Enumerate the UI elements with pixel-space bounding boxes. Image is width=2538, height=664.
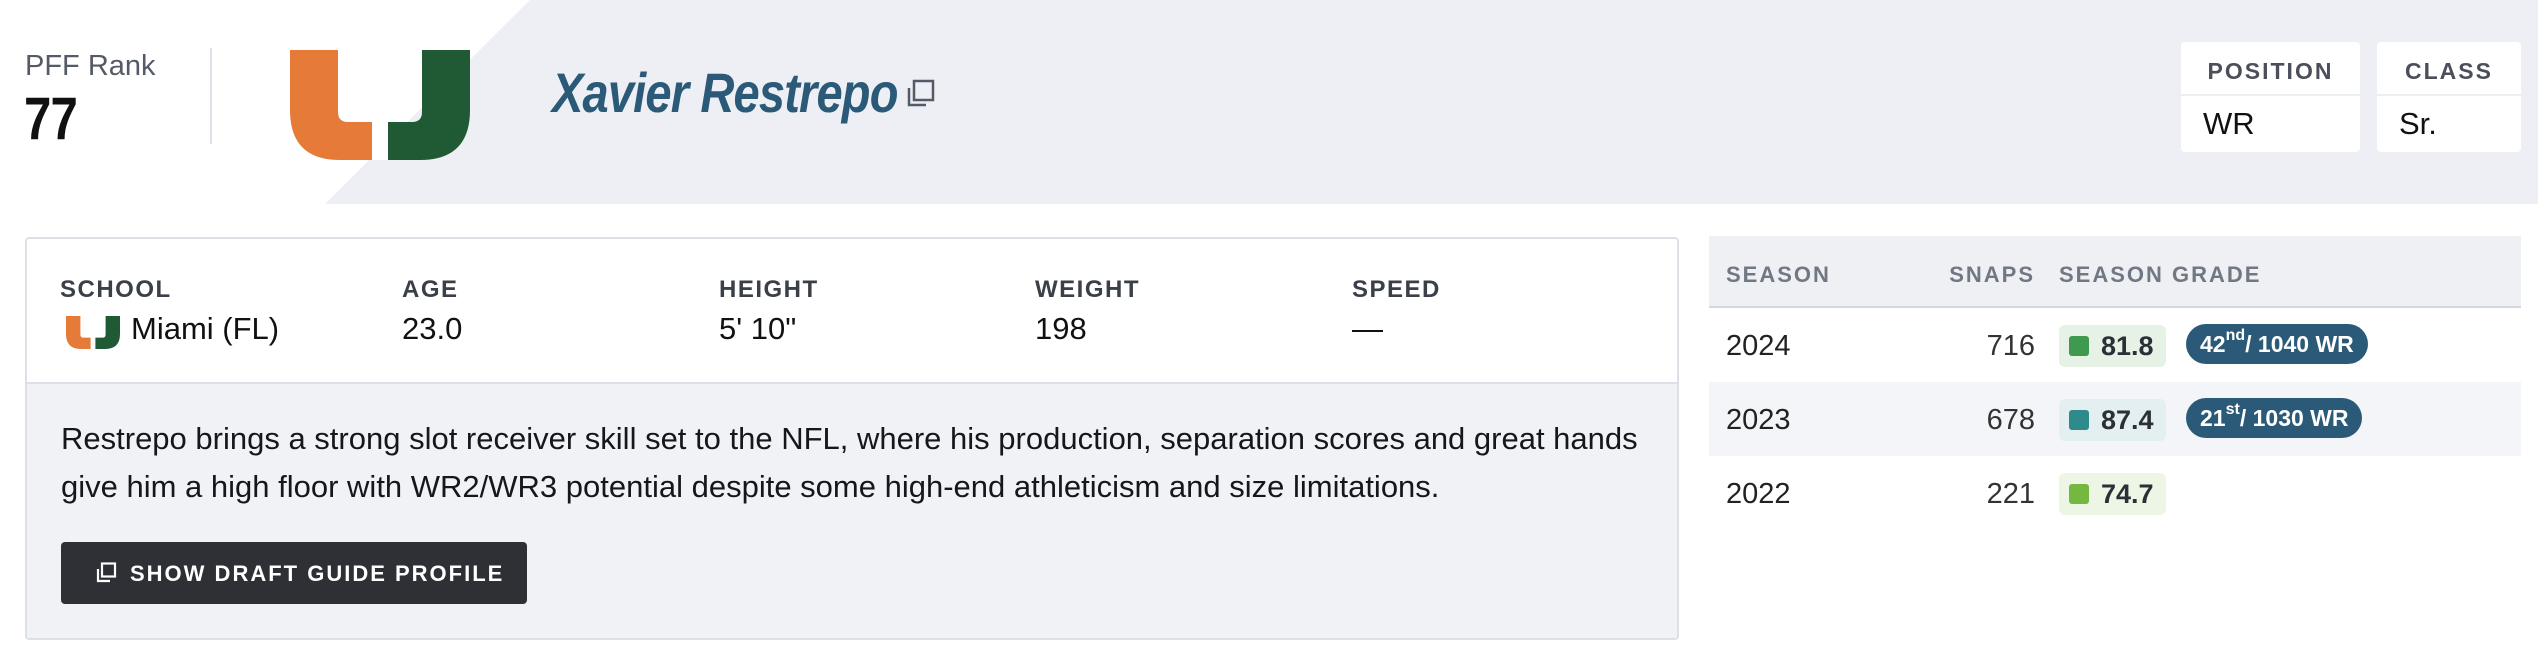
- player-name[interactable]: Xavier Restrepo: [552, 60, 898, 125]
- position-rank-badge: 42nd / 1040 WR: [2186, 324, 2368, 364]
- grade-color-square: [2069, 410, 2089, 430]
- rank-number: 42: [2200, 330, 2226, 357]
- player-stats-strip: SCHOOL Miami (FL) AGE 23.0 HEIGHT 5' 10"…: [27, 239, 1677, 384]
- rank-number: 21: [2200, 404, 2226, 431]
- grade-value: 87.4: [2101, 404, 2154, 435]
- rank-total: / 1040 WR: [2245, 330, 2354, 357]
- class-label: CLASS: [2405, 58, 2493, 84]
- height-value: 5' 10": [719, 311, 797, 346]
- age-value: 23.0: [402, 311, 463, 346]
- position-value: WR: [2203, 106, 2255, 141]
- snaps-count: 221: [1986, 478, 2035, 510]
- grade-value: 74.7: [2101, 478, 2154, 509]
- speed-label: SPEED: [1352, 276, 1441, 303]
- speed-value: —: [1352, 311, 1383, 346]
- season-year: 2023: [1726, 404, 1791, 436]
- grade-color-square: [2069, 484, 2089, 504]
- season-column-header: SEASON: [1726, 262, 1831, 287]
- external-link-icon: [96, 562, 117, 583]
- class-divider: [2377, 94, 2521, 96]
- snaps-count: 716: [1986, 330, 2035, 362]
- miami-u-logo: [290, 50, 470, 160]
- table-header: SEASON SNAPS SEASON GRADE: [1709, 236, 2521, 308]
- school-label: SCHOOL: [60, 276, 172, 303]
- pff-rank-label: PFF Rank: [25, 50, 156, 82]
- grade-badge: 74.7: [2059, 473, 2166, 515]
- show-draft-guide-profile-button[interactable]: SHOW DRAFT GUIDE PROFILE: [61, 542, 527, 604]
- grade-badge: 81.8: [2059, 325, 2166, 367]
- position-rank-badge: 21st / 1030 WR: [2186, 398, 2363, 438]
- season-year: 2022: [1726, 478, 1791, 510]
- height-label: HEIGHT: [719, 276, 819, 303]
- position-divider: [2181, 94, 2360, 96]
- show-draft-guide-profile-label: SHOW DRAFT GUIDE PROFILE: [130, 561, 505, 586]
- grade-color-square: [2069, 336, 2089, 356]
- weight-label: WEIGHT: [1035, 276, 1140, 303]
- grade-badge: 87.4: [2059, 399, 2166, 441]
- weight-value: 198: [1035, 311, 1087, 346]
- external-link-icon[interactable]: [905, 79, 935, 109]
- age-label: AGE: [402, 276, 459, 303]
- snaps-column-header: SNAPS: [1949, 262, 2035, 287]
- miami-u-logo-small: [66, 316, 120, 349]
- class-card: CLASS Sr.: [2377, 42, 2521, 152]
- season-year: 2024: [1726, 330, 1791, 362]
- school-value: Miami (FL): [131, 311, 280, 346]
- rank-divider: [210, 48, 212, 144]
- table-row: 2024 716 81.8 42nd / 1040 WR: [1709, 308, 2521, 382]
- pff-rank-value: 77: [24, 85, 78, 152]
- class-value: Sr.: [2399, 106, 2437, 141]
- player-detail-panel: SCHOOL Miami (FL) AGE 23.0 HEIGHT 5' 10"…: [25, 237, 1679, 640]
- table-row: 2023 678 87.4 21st / 1030 WR: [1709, 382, 2521, 456]
- player-summary: Restrepo brings a strong slot receiver s…: [61, 421, 1638, 504]
- grade-value: 81.8: [2101, 330, 2154, 361]
- season-grades-table: SEASON SNAPS SEASON GRADE 2024 716 81.8 …: [1709, 236, 2521, 515]
- season-grade-column-header: SEASON GRADE: [2059, 262, 2262, 287]
- table-row: 2022 221 74.7: [1709, 456, 2521, 530]
- snaps-count: 678: [1986, 404, 2035, 436]
- rank-total: / 1030 WR: [2239, 404, 2349, 431]
- position-card: POSITION WR: [2181, 42, 2360, 152]
- position-label: POSITION: [2207, 58, 2334, 84]
